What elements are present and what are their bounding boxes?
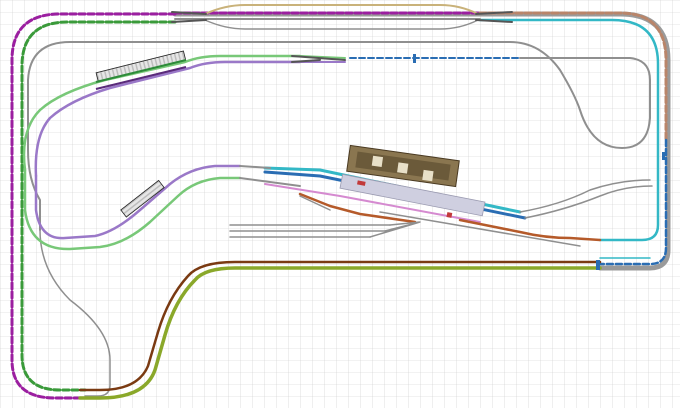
track-plan [0, 0, 680, 408]
track-plan-canvas [0, 0, 680, 408]
